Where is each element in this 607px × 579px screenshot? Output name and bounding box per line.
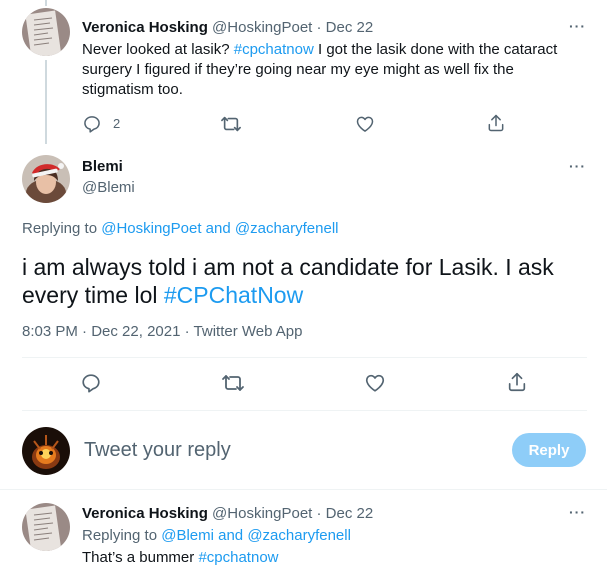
main-date[interactable]: Dec 22, 2021 [91, 323, 180, 340]
main-author-handle[interactable]: @Blemi [82, 179, 135, 196]
tweet1-author-handle[interactable]: @HoskingPoet [212, 19, 312, 36]
separator: · [316, 505, 322, 522]
more-icon[interactable]: ··· [569, 18, 586, 34]
like-icon[interactable] [364, 372, 386, 394]
separator: · [184, 323, 190, 340]
main-meta: 8:03 PM · Dec 22, 2021 · Twitter Web App [22, 322, 302, 342]
divider [22, 410, 587, 411]
tweet1-date[interactable]: Dec 22 [326, 19, 374, 36]
more-icon[interactable]: ··· [569, 504, 586, 520]
thread-line-top [45, 0, 47, 6]
share-icon[interactable] [486, 113, 506, 133]
main-author-name[interactable]: Blemi [82, 158, 123, 175]
replying-prefix: Replying to [22, 220, 102, 237]
tweet3-author-handle[interactable]: @HoskingPoet [212, 505, 312, 522]
replying-user-blemi[interactable]: @Blemi [161, 527, 214, 544]
replying-user-zacharyfenell[interactable]: @zacharyfenell [247, 527, 351, 544]
thread-line-mid [45, 60, 47, 144]
reply-icon[interactable] [82, 114, 102, 134]
tweet3-text-a: That’s a bummer [82, 549, 199, 566]
reply-icon[interactable] [80, 372, 102, 394]
tweet1-text: Never looked at lasik? #cpchatnow I got … [82, 40, 587, 100]
main-time[interactable]: 8:03 PM [22, 323, 78, 340]
avatar-veronica[interactable] [22, 503, 70, 551]
main-hashtag[interactable]: #CPChatNow [164, 282, 303, 308]
tweet3-header: Veronica Hosking @HoskingPoet · Dec 22 [82, 504, 373, 524]
tweet3-replying-to: Replying to @Blemi and @zacharyfenell [82, 526, 351, 546]
retweet-icon[interactable] [220, 114, 242, 134]
main-tweet-text: i am always told i am not a candidate fo… [22, 253, 587, 309]
avatar-veronica[interactable] [22, 8, 70, 56]
tweet3-date[interactable]: Dec 22 [326, 505, 374, 522]
replying-and: and [213, 527, 248, 544]
avatar-blemi[interactable] [22, 155, 70, 203]
divider [0, 489, 607, 490]
avatar-current-user[interactable] [22, 427, 70, 475]
tweet3-text: That’s a bummer #cpchatnow [82, 548, 279, 568]
retweet-icon[interactable] [221, 372, 245, 394]
divider [22, 357, 587, 358]
reply-count: 2 [113, 116, 121, 131]
replying-user-zacharyfenell[interactable]: @zacharyfenell [235, 220, 339, 237]
tweet1-hashtag[interactable]: #cpchatnow [234, 41, 314, 58]
replying-prefix: Replying to [82, 527, 162, 544]
tweet3-hashtag[interactable]: #cpchatnow [198, 549, 278, 566]
reply-input[interactable]: Tweet your reply [84, 439, 231, 462]
separator: · [316, 19, 322, 36]
share-icon[interactable] [506, 371, 528, 393]
main-replying-to: Replying to @HoskingPoet and @zacharyfen… [22, 219, 338, 239]
separator: · [82, 323, 88, 340]
tweet1-header: Veronica Hosking @HoskingPoet · Dec 22 [82, 18, 373, 38]
like-icon[interactable] [355, 114, 375, 134]
tweet3-author-name[interactable]: Veronica Hosking [82, 505, 208, 522]
tweet1-text-a: Never looked at lasik? [82, 41, 234, 58]
tweet1-author-name[interactable]: Veronica Hosking [82, 19, 208, 36]
replying-and: and [201, 220, 235, 237]
replying-user-hoskingpoet[interactable]: @HoskingPoet [101, 220, 201, 237]
more-icon-main[interactable]: ··· [569, 158, 586, 174]
main-source[interactable]: Twitter Web App [194, 323, 303, 340]
reply-button[interactable]: Reply [512, 433, 586, 467]
